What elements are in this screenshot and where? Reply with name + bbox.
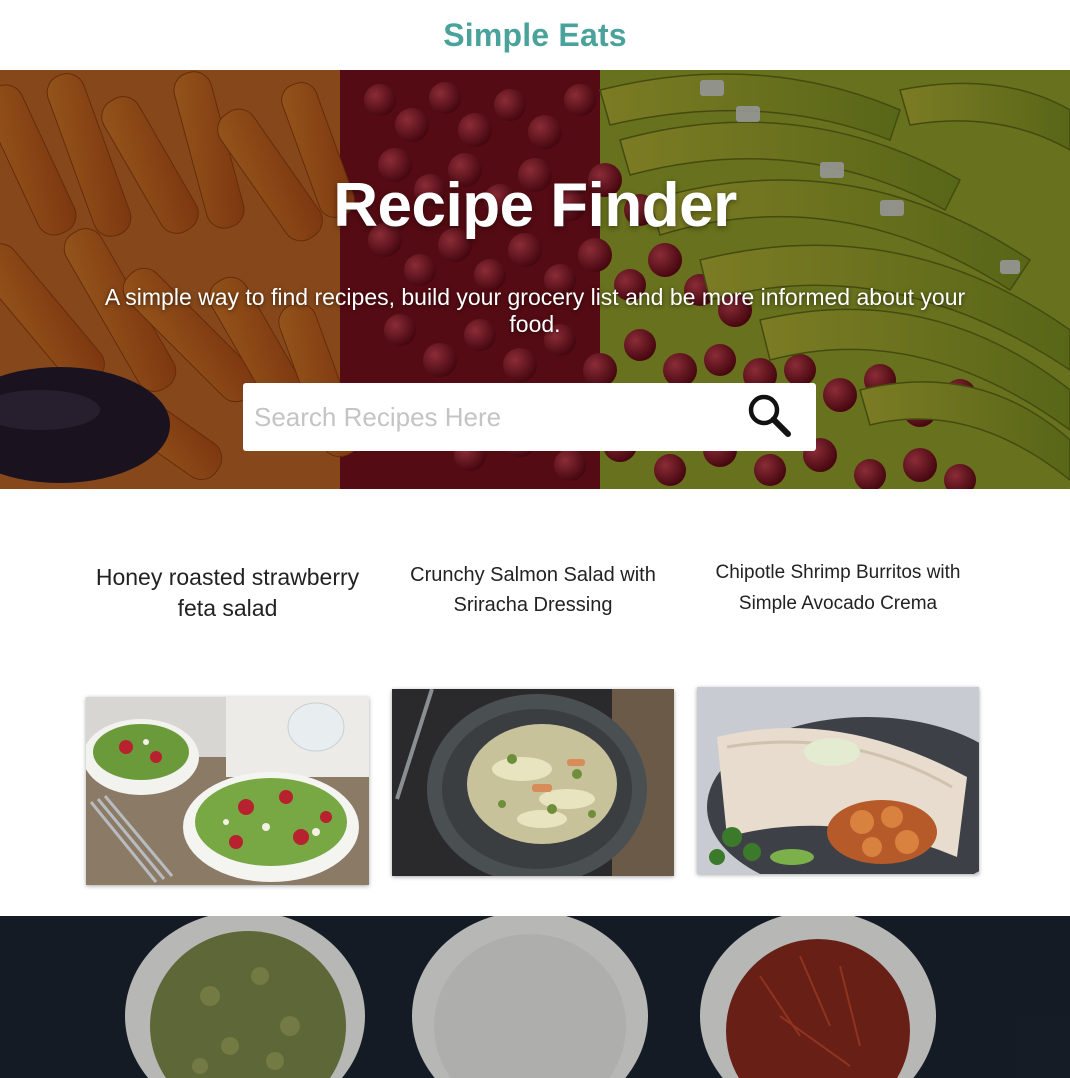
search-bar (243, 383, 816, 451)
spice-bowls-image (0, 916, 1070, 1078)
search-icon (748, 394, 791, 437)
hero-subtitle: A simple way to find recipes, build your… (104, 284, 966, 337)
top-bar: Simple Eats (0, 0, 1070, 70)
salmon-salad-image (392, 689, 674, 876)
recipe-title-2[interactable]: Crunchy Salmon Salad with Sriracha Dress… (392, 560, 674, 620)
spice-banner (0, 916, 1070, 1078)
search-input[interactable] (254, 387, 724, 447)
strawberry-salad-image (86, 697, 369, 885)
recipe-card-salmon-salad[interactable] (392, 689, 674, 876)
search-button[interactable] (744, 391, 794, 441)
recipe-title-3[interactable]: Chipotle Shrimp Burritos with Simple Avo… (697, 557, 979, 619)
shrimp-burrito-image (697, 687, 979, 874)
recipe-card-strawberry-salad[interactable] (86, 697, 369, 885)
hero-banner: Recipe Finder A simple way to find recip… (0, 70, 1070, 489)
brand-logo-link[interactable]: Simple Eats (443, 17, 627, 54)
recipe-title-1[interactable]: Honey roasted strawberry feta salad (86, 562, 369, 624)
recipe-card-shrimp-burrito[interactable] (697, 687, 979, 874)
hero-title: Recipe Finder (333, 171, 737, 240)
